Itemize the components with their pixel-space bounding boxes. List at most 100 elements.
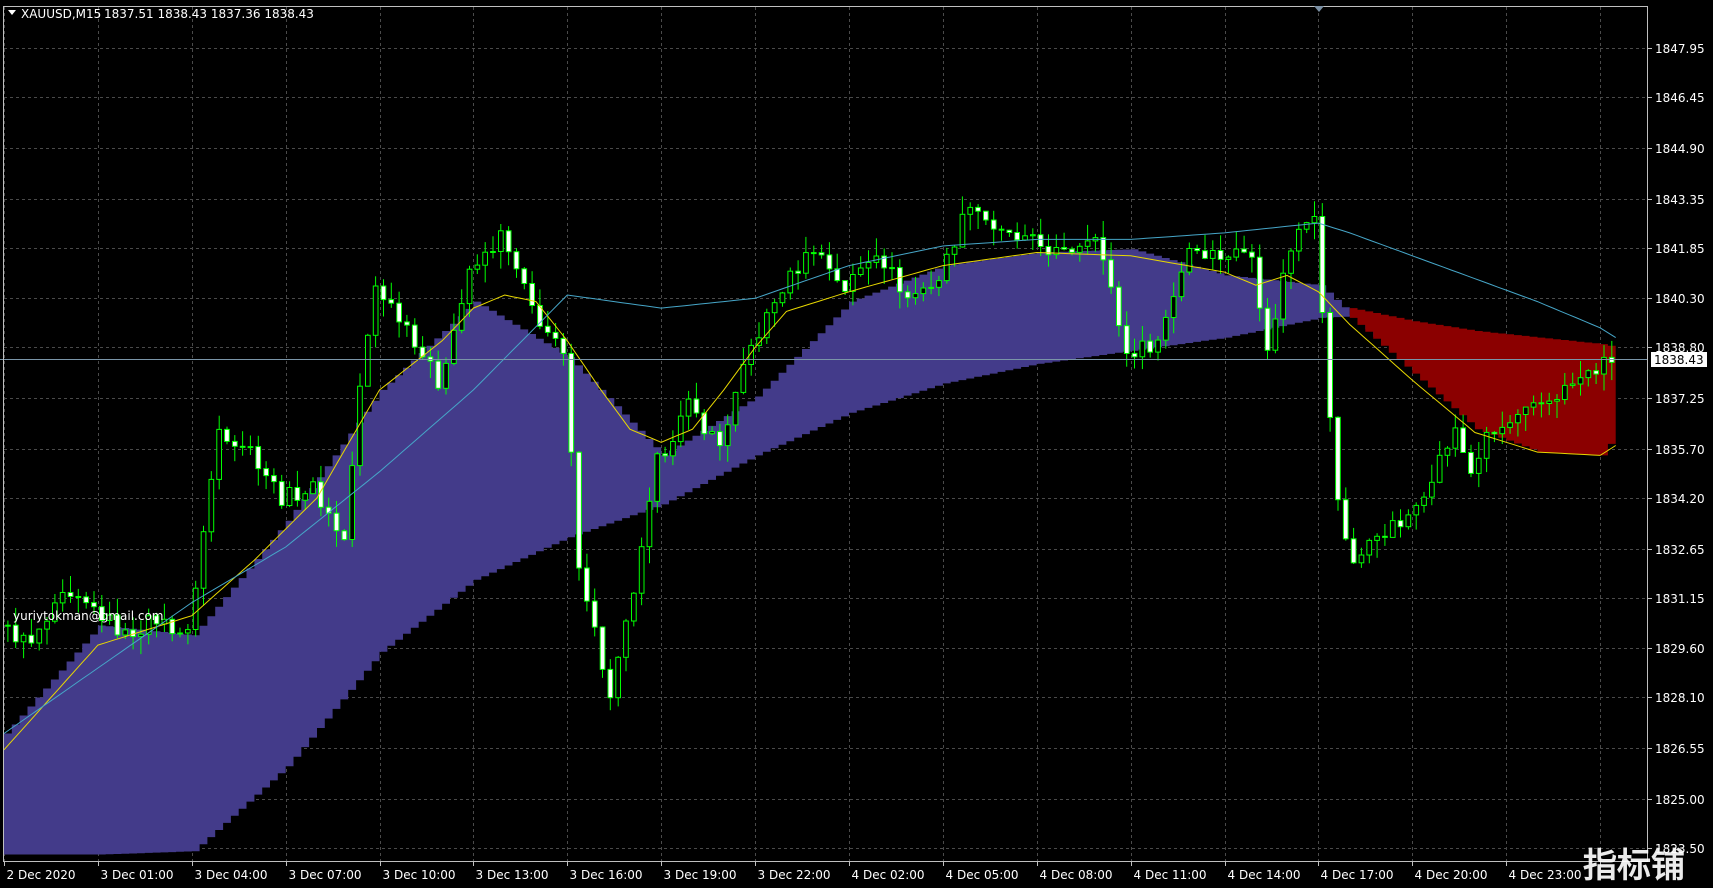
candle-body <box>1507 422 1513 428</box>
candle-body <box>67 592 74 597</box>
candle-body <box>560 337 567 354</box>
candle <box>631 592 637 627</box>
symbol-label: XAUUSD,M15 <box>21 7 101 21</box>
candle <box>349 451 355 547</box>
candle-body <box>693 398 700 414</box>
candle-body <box>1296 228 1302 252</box>
candle-body <box>200 531 207 589</box>
candle-body <box>1209 250 1216 259</box>
candle-body <box>552 331 559 339</box>
candle-body <box>1593 370 1600 375</box>
candle-body <box>1194 248 1201 252</box>
y-tick-label: 1831.15 <box>1655 592 1705 606</box>
candle-body <box>1475 457 1482 474</box>
candle-body <box>482 251 488 266</box>
candle-body <box>5 624 11 627</box>
candle-body <box>1170 296 1177 319</box>
candle-body <box>607 668 614 699</box>
candle-body <box>192 587 199 631</box>
candle-body <box>732 391 739 426</box>
candle-body <box>983 210 989 221</box>
y-tick-label: 1834.20 <box>1655 492 1705 506</box>
candle-body <box>1460 427 1467 453</box>
candle-body <box>1577 377 1584 385</box>
candle-body <box>138 633 144 638</box>
candle-body <box>411 324 418 348</box>
candle-body <box>654 453 661 502</box>
candle-body <box>842 280 848 292</box>
candle-body <box>349 465 355 541</box>
candle-body <box>59 592 66 604</box>
candle-body <box>990 219 997 230</box>
candle-body <box>255 446 262 470</box>
candle-body <box>232 440 238 447</box>
candle-body <box>1382 535 1388 538</box>
candle <box>576 451 582 581</box>
candle-body <box>920 287 927 295</box>
candle-body <box>1022 235 1028 241</box>
candle-body <box>83 596 90 604</box>
candle <box>224 426 230 445</box>
candle-body <box>544 325 551 333</box>
candle-body <box>286 487 293 506</box>
x-tick-label: 2 Dec 2020 <box>7 868 76 882</box>
candle-body <box>185 629 191 634</box>
watermark-logo: 指标铺 <box>1583 846 1685 886</box>
x-tick-label: 4 Dec 14:00 <box>1228 868 1301 882</box>
candle-body <box>685 398 692 417</box>
candle-body <box>1233 248 1240 258</box>
candle-body <box>341 530 348 541</box>
candle-body <box>1499 426 1506 435</box>
x-tick-label: 4 Dec 05:00 <box>946 868 1019 882</box>
candle-body <box>928 286 934 289</box>
candle-body <box>1280 272 1287 320</box>
candle-body <box>1163 317 1169 341</box>
candle-body <box>584 567 590 602</box>
candle-body <box>1429 481 1435 498</box>
x-tick-label: 3 Dec 13:00 <box>476 868 549 882</box>
candle-body <box>1249 251 1255 258</box>
candle-body <box>943 253 950 282</box>
candle <box>1335 416 1341 511</box>
candle-body <box>904 291 911 299</box>
candle-body <box>1562 384 1568 400</box>
candle-body <box>122 629 129 636</box>
candle-body <box>1554 399 1560 402</box>
candle-body <box>857 267 864 275</box>
price-chart[interactable]: 1847.95 1846.45 1844.90 1843.35 1841.85 1840.… <box>0 0 1713 888</box>
y-tick-label: 1825.00 <box>1655 793 1705 807</box>
y-tick-label: 1844.90 <box>1655 142 1705 156</box>
candle-body <box>1366 539 1373 556</box>
candle-body <box>1202 250 1208 259</box>
candle <box>1319 203 1326 324</box>
candle-body <box>20 634 27 643</box>
candle-body <box>717 431 723 447</box>
y-tick-label: 1829.60 <box>1655 642 1705 656</box>
candle-body <box>936 280 942 288</box>
candle-body <box>615 656 621 699</box>
candle-body <box>1389 520 1396 538</box>
y-tick-label: 1847.95 <box>1655 42 1705 56</box>
candle-body <box>1076 245 1083 253</box>
candle-body <box>1037 234 1044 247</box>
chart-annotation: yuriytokman@gmail.com <box>13 609 164 623</box>
candle-body <box>709 431 715 435</box>
candle-body <box>1061 247 1068 250</box>
candle-body <box>1123 325 1130 355</box>
candle-body <box>1069 248 1075 253</box>
x-tick-label: 4 Dec 08:00 <box>1040 868 1113 882</box>
candle-body <box>1131 352 1138 358</box>
candle-body <box>91 602 97 608</box>
candle-body <box>623 620 629 658</box>
candle-body <box>1327 312 1334 418</box>
candle-body <box>912 293 919 299</box>
current-price-label-text: 1838.43 <box>1654 353 1704 367</box>
candle-body <box>1530 402 1537 408</box>
candle-body <box>490 251 496 253</box>
candle-body <box>951 246 958 255</box>
candle-body <box>631 592 637 622</box>
candle-body <box>670 441 676 457</box>
candle-body <box>1546 400 1553 405</box>
candle-body <box>818 252 825 256</box>
candle <box>192 580 199 637</box>
